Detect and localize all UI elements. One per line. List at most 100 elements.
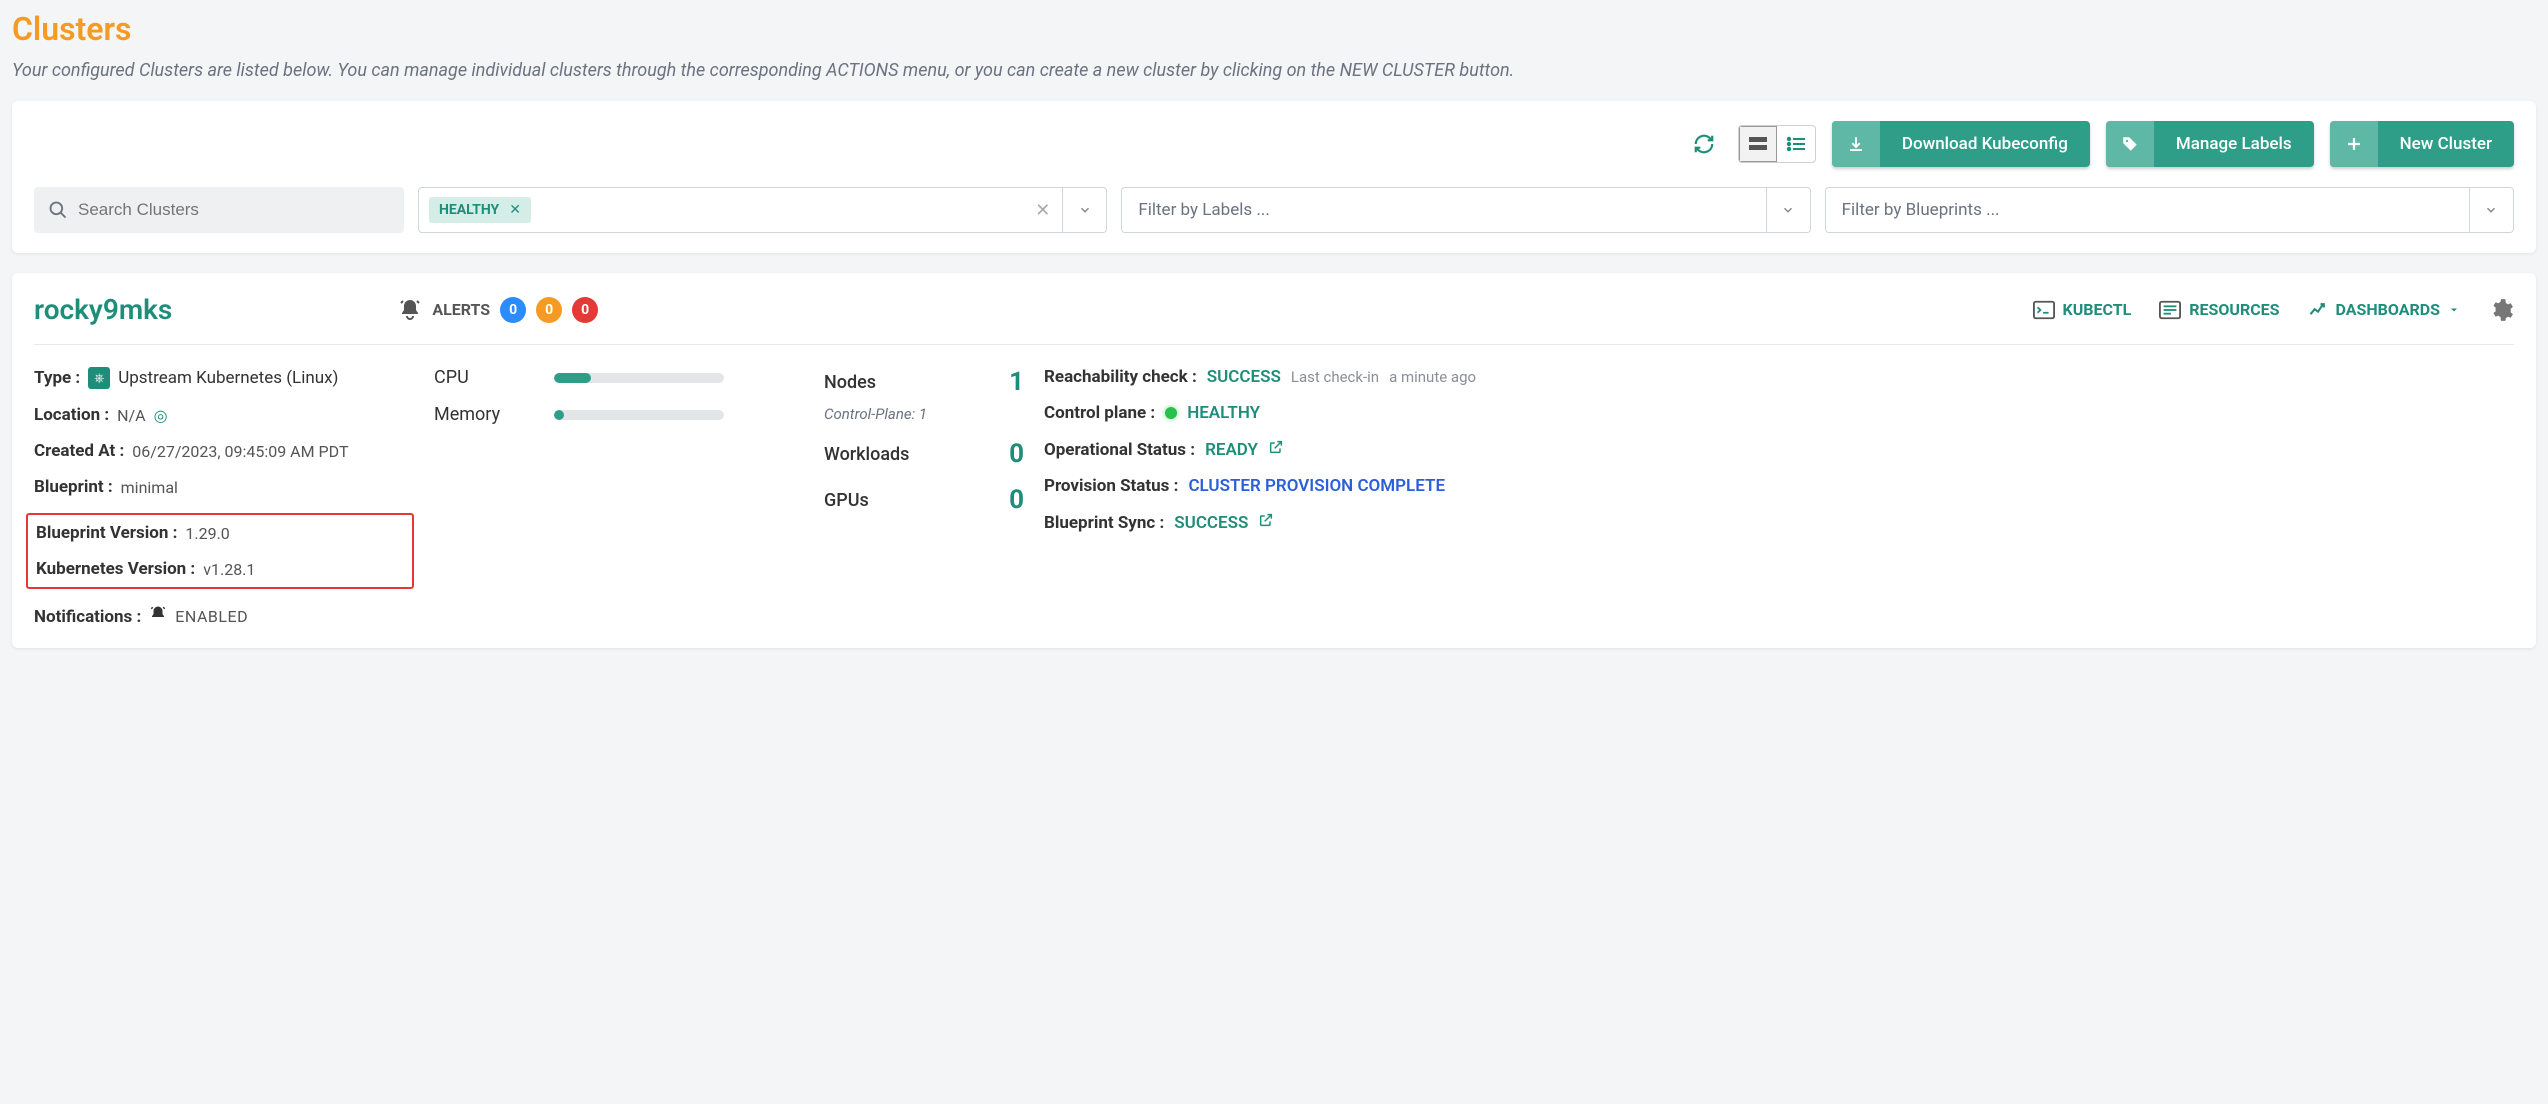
location-icon: ◎ (154, 406, 168, 425)
provision-status-label: Provision Status : (1044, 476, 1178, 496)
chevron-down-icon (1781, 203, 1795, 217)
reachability-checkin-value: a minute ago (1389, 368, 1476, 386)
chart-icon (2308, 300, 2328, 320)
refresh-icon (1693, 133, 1715, 155)
blueprint-version-value: 1.29.0 (185, 524, 229, 543)
cluster-card: rocky9mks ALERTS 0 0 0 KUBECTL RESOURCES… (12, 273, 2536, 648)
kubectl-link[interactable]: KUBECTL (2033, 300, 2132, 320)
location-label: Location : (34, 405, 109, 425)
toolbar-card: Download Kubeconfig Manage Labels New Cl… (12, 101, 2536, 253)
workloads-metric: Workloads 0 (824, 439, 1024, 469)
download-kubeconfig-button[interactable]: Download Kubeconfig (1832, 121, 2090, 167)
blueprint-version-label: Blueprint Version : (36, 523, 177, 543)
chevron-down-icon (1078, 203, 1092, 217)
resource-column: CPU Memory (434, 367, 804, 628)
type-value: Upstream Kubernetes (Linux) (118, 368, 338, 388)
k8s-version-value: v1.28.1 (203, 560, 255, 579)
list-view-icon (1786, 135, 1806, 153)
created-value: 06/27/2023, 09:45:09 AM PDT (132, 442, 348, 461)
blueprint-row: Blueprint : minimal (34, 477, 414, 497)
reachability-label: Reachability check : (1044, 367, 1197, 387)
gear-icon (2488, 297, 2514, 323)
memory-label: Memory (434, 404, 514, 425)
page-subtitle: Your configured Clusters are listed belo… (12, 60, 2536, 81)
status-filter[interactable]: HEALTHY ✕ ✕ (418, 187, 1107, 233)
view-toggle (1738, 125, 1816, 163)
status-filter-clear[interactable]: ✕ (1023, 200, 1062, 221)
external-link-icon[interactable] (1268, 439, 1284, 460)
details-column: Type : ⎈ Upstream Kubernetes (Linux) Loc… (34, 367, 414, 628)
search-clusters-input[interactable] (34, 187, 404, 233)
blueprint-sync-row: Blueprint Sync : SUCCESS (1044, 512, 2514, 533)
manage-labels-label: Manage Labels (2154, 134, 2314, 154)
blueprint-version-row: Blueprint Version : 1.29.0 (28, 523, 406, 543)
manage-labels-button[interactable]: Manage Labels (2106, 121, 2314, 167)
labels-filter-placeholder: Filter by Labels ... (1132, 200, 1269, 220)
refresh-button[interactable] (1686, 126, 1722, 162)
k8s-version-row: Kubernetes Version : v1.28.1 (28, 559, 406, 579)
alerts-label: ALERTS (432, 300, 490, 319)
new-cluster-label: New Cluster (2378, 134, 2514, 154)
workloads-label: Workloads (824, 444, 909, 465)
download-icon (1832, 121, 1880, 167)
view-card-button[interactable] (1739, 126, 1777, 162)
status-filter-dropdown[interactable] (1062, 188, 1106, 232)
labels-filter-dropdown[interactable] (1766, 188, 1810, 232)
blueprints-filter-placeholder: Filter by Blueprints ... (1836, 200, 2000, 220)
k8s-version-label: Kubernetes Version : (36, 559, 195, 579)
cpu-bar (554, 373, 724, 383)
gpus-value: 0 (1009, 485, 1024, 515)
blueprints-filter-dropdown[interactable] (2469, 188, 2513, 232)
resources-label: RESOURCES (2189, 300, 2279, 319)
dashboards-link[interactable]: DASHBOARDS (2308, 300, 2460, 320)
memory-bar (554, 410, 724, 420)
version-highlight-box: Blueprint Version : 1.29.0 Kubernetes Ve… (26, 513, 414, 589)
status-filter-chip[interactable]: HEALTHY ✕ (429, 197, 531, 223)
notifications-value: ENABLED (175, 607, 248, 626)
alert-badge-crit[interactable]: 0 (572, 297, 598, 323)
chip-remove-icon[interactable]: ✕ (509, 202, 521, 218)
notifications-row: Notifications : ENABLED (34, 605, 414, 628)
blueprint-value: minimal (121, 478, 178, 497)
type-label: Type : (34, 368, 80, 388)
download-kubeconfig-label: Download Kubeconfig (1880, 134, 2090, 154)
view-list-button[interactable] (1777, 126, 1815, 162)
plus-icon (2330, 121, 2378, 167)
cluster-settings-button[interactable] (2488, 297, 2514, 323)
blueprints-filter[interactable]: Filter by Blueprints ... (1825, 187, 2514, 233)
operational-status-value: READY (1205, 440, 1258, 460)
new-cluster-button[interactable]: New Cluster (2330, 121, 2514, 167)
reachability-value: SUCCESS (1207, 367, 1281, 387)
status-chip-label: HEALTHY (439, 202, 499, 218)
gpus-label: GPUs (824, 490, 869, 511)
resources-link[interactable]: RESOURCES (2159, 300, 2279, 320)
type-row: Type : ⎈ Upstream Kubernetes (Linux) (34, 367, 414, 389)
provision-status-value[interactable]: CLUSTER PROVISION COMPLETE (1188, 476, 1445, 496)
resources-icon (2159, 300, 2181, 320)
alerts-group: ALERTS 0 0 0 (398, 297, 598, 323)
alert-badge-warn[interactable]: 0 (536, 297, 562, 323)
blueprint-label: Blueprint : (34, 477, 113, 497)
operational-status-row: Operational Status : READY (1044, 439, 2514, 460)
alert-badge-info[interactable]: 0 (500, 297, 526, 323)
control-plane-value: HEALTHY (1187, 403, 1260, 423)
page-title: Clusters (12, 10, 2536, 48)
blueprint-sync-value: SUCCESS (1174, 513, 1248, 533)
metrics-column: Nodes 1 Control-Plane: 1 Workloads 0 GPU… (824, 367, 1024, 628)
kubernetes-icon: ⎈ (88, 367, 110, 389)
terminal-icon (2033, 300, 2055, 320)
reachability-checkin-label: Last check-in (1291, 368, 1379, 386)
location-row: Location : N/A ◎ (34, 405, 414, 425)
external-link-icon[interactable] (1258, 512, 1274, 533)
nodes-metric: Nodes 1 (824, 367, 1024, 397)
chevron-down-icon (2448, 304, 2460, 316)
provision-status-row: Provision Status : CLUSTER PROVISION COM… (1044, 476, 2514, 496)
tag-icon (2106, 121, 2154, 167)
search-clusters-field[interactable] (78, 200, 390, 220)
reachability-row: Reachability check : SUCCESS Last check-… (1044, 367, 2514, 387)
created-row: Created At : 06/27/2023, 09:45:09 AM PDT (34, 441, 414, 461)
operational-status-label: Operational Status : (1044, 440, 1195, 460)
bell-icon (398, 298, 422, 322)
labels-filter[interactable]: Filter by Labels ... (1121, 187, 1810, 233)
cluster-name-link[interactable]: rocky9mks (34, 293, 172, 326)
